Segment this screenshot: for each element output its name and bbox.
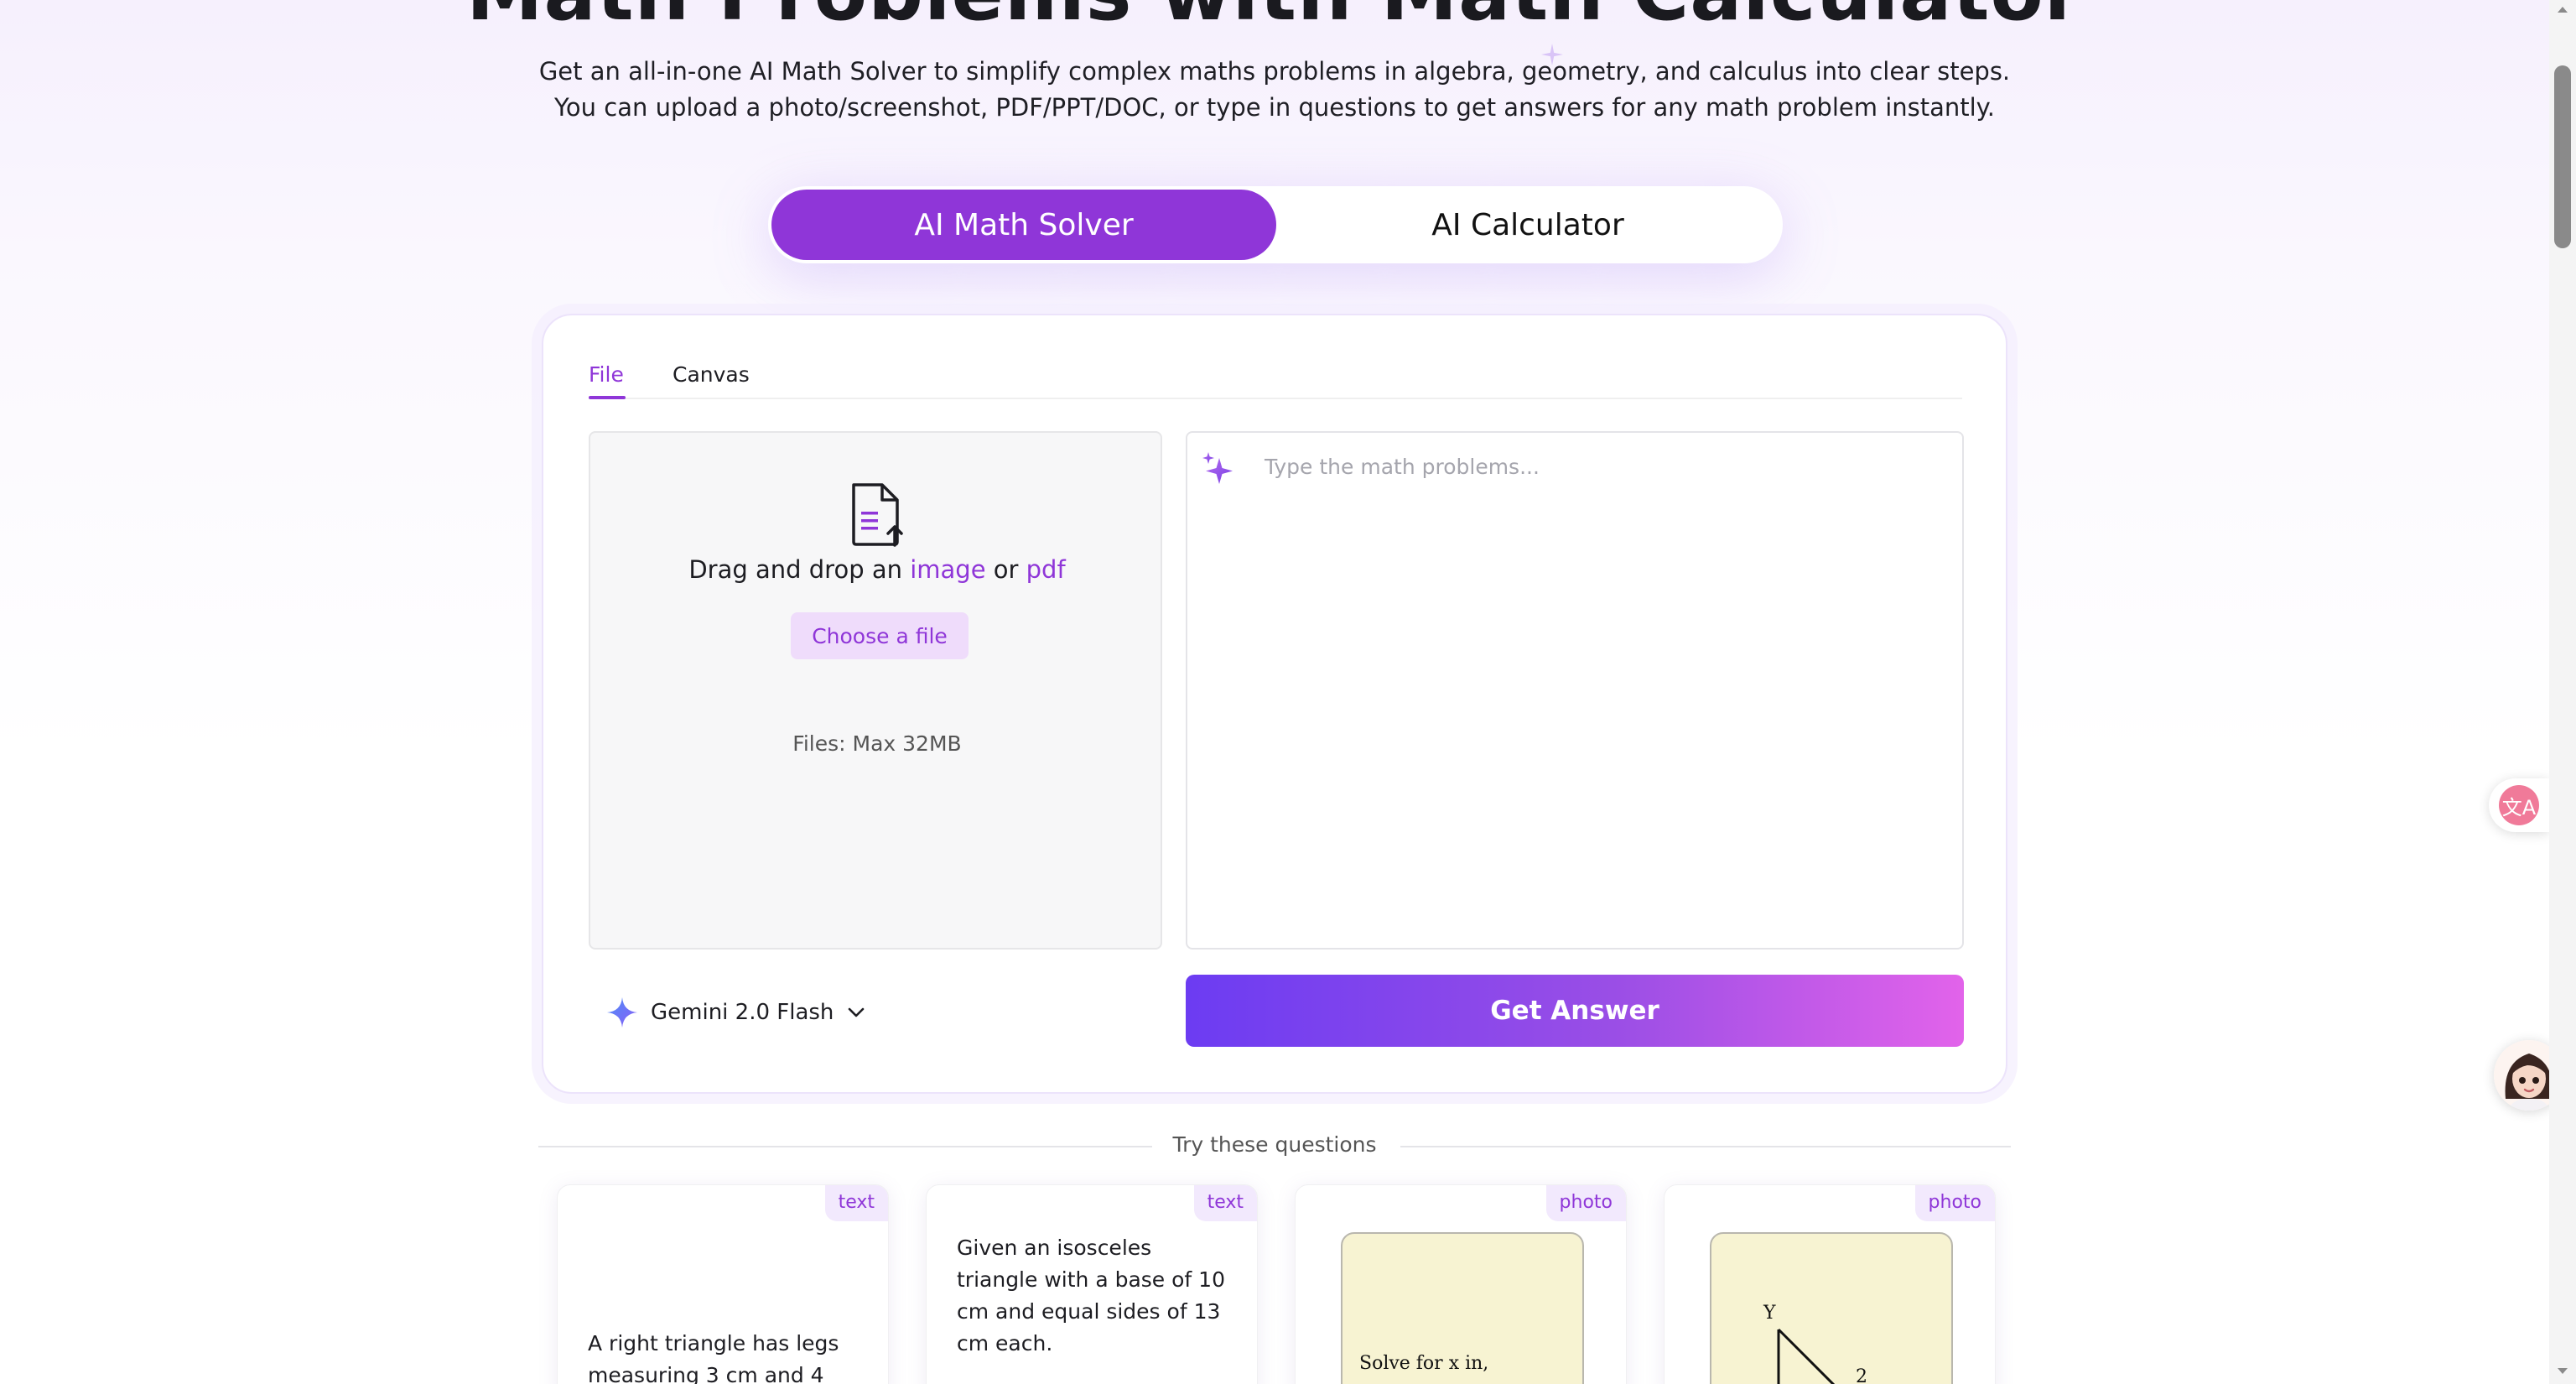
drop-prefix: Drag and drop an <box>688 555 902 584</box>
question-type-badge: photo <box>1914 1185 1995 1221</box>
question-type-badge: text <box>1193 1185 1257 1221</box>
page-title: Math Problems with Math Calculator <box>0 0 2549 38</box>
question-text: Given an isosceles triangle with a base … <box>957 1236 1225 1355</box>
image-link[interactable]: image <box>910 555 985 584</box>
sparkle-icon <box>1202 452 1233 484</box>
photo-label-num: 2 <box>1856 1366 1867 1384</box>
scroll-up-icon[interactable] <box>2556 3 2569 17</box>
file-dropzone[interactable]: Drag and drop an image or pdf Choose a f… <box>589 431 1162 950</box>
math-problem-input[interactable]: Type the math problems... <box>1186 431 1964 950</box>
question-photo: Solve for x in, <box>1341 1232 1584 1384</box>
input-placeholder: Type the math problems... <box>1265 455 1540 479</box>
file-upload-icon <box>852 483 903 547</box>
ai-calculator-toggle[interactable]: AI Calculator <box>1276 190 1779 260</box>
question-type-badge: photo <box>1545 1185 1626 1221</box>
model-selector[interactable]: Gemini 2.0 Flash <box>607 993 867 1032</box>
pdf-link[interactable]: pdf <box>1026 555 1066 584</box>
question-text: A right triangle has legs measuring 3 cm… <box>588 1331 839 1384</box>
question-photo: Y 2 <box>1710 1232 1953 1384</box>
scroll-down-icon[interactable] <box>2556 1364 2569 1377</box>
translate-button[interactable]: 文A <box>2489 778 2549 832</box>
page-subtitle-line-2: You can upload a photo/screenshot, PDF/P… <box>554 93 1995 122</box>
choose-file-button[interactable]: Choose a file <box>791 612 969 659</box>
input-tabs: File Canvas <box>589 349 1962 399</box>
active-tab-indicator <box>589 396 626 399</box>
ai-math-solver-toggle[interactable]: AI Math Solver <box>771 190 1276 260</box>
sample-question-card[interactable]: photo Solve for x in, <box>1295 1184 1627 1384</box>
get-answer-button[interactable]: Get Answer <box>1186 975 1964 1047</box>
question-type-badge: text <box>824 1185 888 1221</box>
translate-icon: 文A <box>2499 785 2539 825</box>
try-questions-divider: Try these questions <box>538 1127 2011 1164</box>
photo-text: Solve for x in, <box>1359 1353 1489 1374</box>
model-label: Gemini 2.0 Flash <box>651 1000 834 1025</box>
drop-instructions: Drag and drop an image or pdf <box>590 555 1164 584</box>
sample-question-card[interactable]: photo Y 2 <box>1664 1184 1996 1384</box>
max-file-size: Files: Max 32MB <box>792 731 962 756</box>
mode-switch: AI Math Solver AI Calculator <box>768 186 1783 263</box>
gemini-star-icon <box>607 997 637 1028</box>
scrollbar-thumb[interactable] <box>2554 65 2571 248</box>
page-subtitle-line-1: Get an all-in-one AI Math Solver to simp… <box>538 57 2011 86</box>
divider-right <box>1400 1146 2011 1147</box>
page: Math Problems with Math Calculator Get a… <box>0 0 2549 1384</box>
sample-question-card[interactable]: text A right triangle has legs measuring… <box>557 1184 889 1384</box>
tab-file[interactable]: File <box>589 362 624 387</box>
vertical-scrollbar[interactable] <box>2549 0 2576 1384</box>
drop-or: or <box>993 555 1019 584</box>
chevron-down-icon <box>849 1007 865 1017</box>
photo-label-y: Y <box>1763 1303 1776 1324</box>
tab-canvas[interactable]: Canvas <box>673 362 750 387</box>
sample-question-card[interactable]: text Given an isosceles triangle with a … <box>926 1184 1258 1384</box>
solver-card: File Canvas Drag and drop an image or pd… <box>542 314 2007 1094</box>
try-questions-label: Try these questions <box>1172 1132 1377 1157</box>
